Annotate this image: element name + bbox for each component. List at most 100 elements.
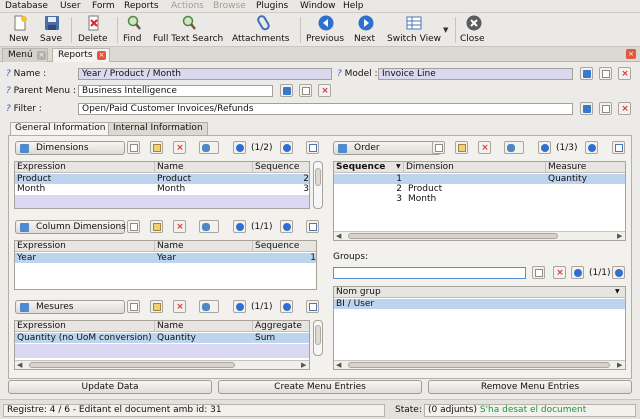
dimensions-edit-button[interactable]	[150, 141, 163, 154]
menu-browse[interactable]: Browse	[213, 1, 246, 12]
scrollbar-thumb[interactable]	[29, 362, 235, 368]
parent-menu-clear-button[interactable]: ×	[318, 84, 331, 97]
groups-previous-button[interactable]	[571, 266, 584, 279]
column-dimensions-edit-button[interactable]	[150, 220, 163, 233]
table-row[interactable]: Quantity (no UoM conversion) Quantity Su…	[15, 333, 309, 343]
order-edit-button[interactable]	[455, 141, 468, 154]
tab-internal-information[interactable]: Internal Information	[108, 122, 208, 135]
table-row[interactable]: Year Year 1	[15, 253, 316, 263]
table-row[interactable]: 3 Month	[334, 194, 625, 204]
order-section-button[interactable]: Order	[333, 141, 441, 155]
measures-vertical-scrollbar[interactable]	[313, 320, 323, 356]
column-header[interactable]: Name	[155, 321, 253, 332]
tab-reports[interactable]: Reports ×	[52, 48, 110, 62]
table-row[interactable]: 2 Product	[334, 184, 625, 194]
tab-reports-close-icon[interactable]: ×	[97, 51, 106, 60]
menu-user[interactable]: User	[60, 1, 81, 12]
measures-next-button[interactable]	[280, 300, 293, 313]
switch-view-button[interactable]: Switch View	[387, 14, 441, 46]
groups-search-input[interactable]	[333, 267, 526, 279]
update-data-button[interactable]: Update Data	[8, 380, 212, 394]
measures-edit-button[interactable]	[150, 300, 163, 313]
menu-help[interactable]: Help	[343, 1, 364, 12]
order-previous-button[interactable]	[538, 141, 551, 154]
measures-new-button[interactable]	[127, 300, 140, 313]
column-header[interactable]: Name	[155, 241, 253, 252]
measures-horizontal-scrollbar[interactable]: ◀ ▶	[15, 360, 309, 369]
column-dimensions-switch-view-button[interactable]	[306, 220, 319, 233]
order-delete-button[interactable]: ×	[478, 141, 491, 154]
order-switch-button[interactable]	[504, 141, 524, 154]
column-dimensions-switch-button[interactable]	[199, 220, 219, 233]
column-header[interactable]: Sequence	[253, 241, 316, 252]
order-new-button[interactable]	[432, 141, 445, 154]
close-all-tabs-icon[interactable]: ×	[626, 49, 636, 59]
groups-delete-button[interactable]: ×	[553, 266, 566, 279]
column-dimensions-delete-button[interactable]: ×	[173, 220, 186, 233]
parent-menu-open-button[interactable]	[280, 84, 293, 97]
filter-clear-button[interactable]: ×	[618, 102, 631, 115]
menu-form[interactable]: Form	[92, 1, 115, 12]
dimensions-switch-view-button[interactable]	[306, 141, 319, 154]
model-new-button[interactable]	[599, 67, 612, 80]
filter-open-button[interactable]	[580, 102, 593, 115]
table-row[interactable]: BI / User	[334, 299, 625, 309]
menu-window[interactable]: Window	[300, 1, 336, 12]
column-header[interactable]: Nom grup	[334, 287, 625, 298]
scrollbar-thumb[interactable]	[348, 233, 558, 239]
close-button[interactable]: Close	[460, 14, 488, 46]
groups-horizontal-scrollbar[interactable]: ◀ ▶	[334, 360, 625, 369]
table-row[interactable]: 1 Quantity	[334, 174, 625, 184]
table-row[interactable]: Month Month 3	[15, 184, 309, 194]
menu-reports[interactable]: Reports	[124, 1, 159, 12]
scroll-left-icon[interactable]: ◀	[336, 361, 341, 369]
model-open-button[interactable]	[580, 67, 593, 80]
order-horizontal-scrollbar[interactable]: ◀ ▶	[334, 231, 625, 240]
tab-menu-close-icon[interactable]: ×	[37, 51, 46, 60]
scroll-right-icon[interactable]: ▶	[301, 361, 306, 369]
measures-switch-button[interactable]	[199, 300, 219, 313]
dimensions-previous-button[interactable]	[233, 141, 246, 154]
name-input[interactable]: Year / Product / Month	[78, 68, 332, 80]
scroll-left-icon[interactable]: ◀	[17, 361, 22, 369]
next-button[interactable]: Next	[354, 14, 378, 46]
scroll-right-icon[interactable]: ▶	[617, 232, 622, 240]
measures-section-button[interactable]: Mesures	[15, 300, 125, 314]
model-clear-button[interactable]: ×	[618, 67, 631, 80]
measures-previous-button[interactable]	[233, 300, 246, 313]
attachments-button[interactable]: Attachments	[232, 14, 294, 46]
scroll-right-icon[interactable]: ▶	[617, 361, 622, 369]
column-header[interactable]: Dimension	[404, 162, 546, 173]
dimensions-new-button[interactable]	[127, 141, 140, 154]
switch-view-dropdown[interactable]: ▼	[442, 14, 450, 46]
dimensions-vertical-scrollbar[interactable]	[313, 161, 323, 209]
filter-new-button[interactable]	[599, 102, 612, 115]
find-button[interactable]: Find	[123, 14, 145, 46]
parent-menu-new-button[interactable]	[299, 84, 312, 97]
editable-row-area[interactable]	[15, 344, 309, 358]
dimensions-section-button[interactable]: Dimensions	[15, 141, 125, 155]
dimensions-switch-button[interactable]	[199, 141, 219, 154]
create-menu-entries-button[interactable]: Create Menu Entries	[218, 380, 422, 394]
groups-next-button[interactable]	[612, 266, 625, 279]
column-header[interactable]: Aggregate	[253, 321, 309, 332]
dimensions-next-button[interactable]	[280, 141, 293, 154]
parent-menu-input[interactable]: Business Intelligence	[78, 85, 273, 97]
full-text-search-button[interactable]: Full Text Search	[153, 14, 225, 46]
column-header[interactable]: Expression	[15, 321, 155, 332]
previous-button[interactable]: Previous	[306, 14, 346, 46]
measures-switch-view-button[interactable]	[306, 300, 319, 313]
menu-database[interactable]: Database	[5, 1, 48, 12]
scrollbar-thumb[interactable]	[315, 168, 321, 186]
save-button[interactable]: Save	[40, 14, 64, 46]
tab-general-information[interactable]: General Information	[10, 122, 111, 135]
column-header[interactable]: Sequence	[334, 162, 404, 173]
remove-menu-entries-button[interactable]: Remove Menu Entries	[428, 380, 632, 394]
table-row[interactable]: Product Product 2	[15, 174, 309, 184]
groups-new-button[interactable]	[532, 266, 545, 279]
column-header[interactable]: Expression	[15, 241, 155, 252]
measures-delete-button[interactable]: ×	[173, 300, 186, 313]
column-dimensions-previous-button[interactable]	[233, 220, 246, 233]
scrollbar-thumb[interactable]	[348, 362, 610, 368]
column-dimensions-new-button[interactable]	[127, 220, 140, 233]
